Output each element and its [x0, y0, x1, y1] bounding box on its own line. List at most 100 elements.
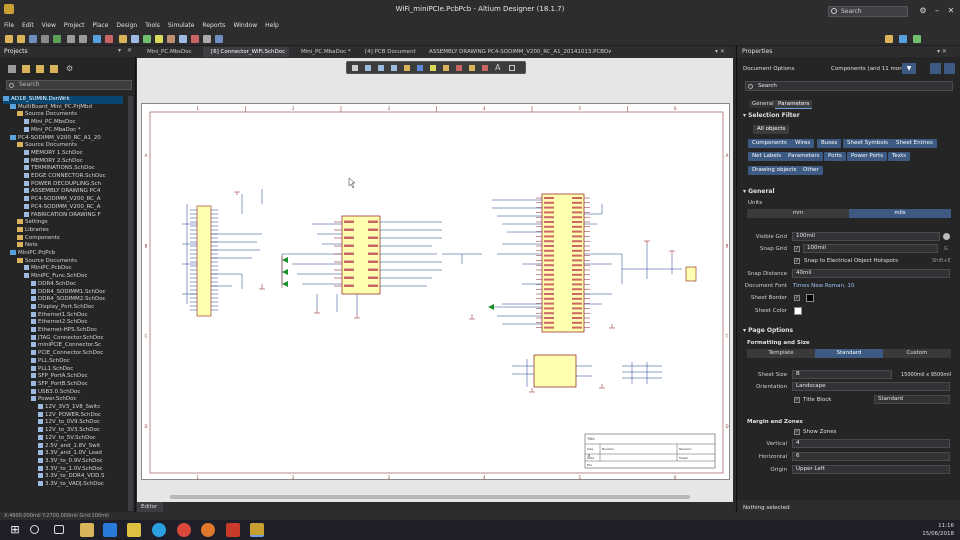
- vertical-field[interactable]: 4: [792, 439, 950, 448]
- panel-menu-icon[interactable]: ▾ ✕: [937, 48, 947, 55]
- tree-item[interactable]: EDGE CONNECTOR.SchDoc: [24, 173, 144, 181]
- editor-tab[interactable]: Editor: [137, 502, 164, 512]
- tree-item[interactable]: SFP_PortB.SchDoc: [31, 380, 151, 389]
- select-mask-icon[interactable]: [930, 63, 941, 74]
- menu-tools[interactable]: Tools: [145, 20, 160, 32]
- project-settings-icon[interactable]: ⚙: [66, 65, 74, 73]
- panel-pin-icon[interactable]: ▾: [118, 48, 124, 54]
- visible-grid-field[interactable]: 100mil: [792, 232, 940, 241]
- tree-scrollbar[interactable]: [128, 96, 133, 511]
- minimize-button[interactable]: –: [932, 6, 942, 16]
- notification-icon[interactable]: [913, 35, 921, 43]
- sheet-border-checkbox[interactable]: ✓: [794, 295, 800, 301]
- port-icon[interactable]: [167, 35, 175, 43]
- tab-mini-pc-mbadoc[interactable]: Mini_PC.MbaDoc *: [293, 47, 355, 57]
- format-standard[interactable]: Standard: [815, 349, 883, 358]
- grid-visibility-icon[interactable]: [943, 233, 950, 240]
- sheet-color-swatch[interactable]: [794, 307, 802, 315]
- tree-item[interactable]: PLL.SchDoc: [31, 357, 151, 366]
- title-block-select[interactable]: Standard: [874, 395, 950, 404]
- place-netlabel-icon[interactable]: [443, 65, 449, 71]
- project-search-input[interactable]: Search: [6, 80, 132, 90]
- menu-view[interactable]: View: [42, 20, 56, 32]
- component-icon[interactable]: [131, 35, 139, 43]
- tree-item[interactable]: PC4-SODIMM_V200_RC_A: [24, 203, 144, 212]
- menu-design[interactable]: Design: [116, 20, 137, 32]
- filter-icon[interactable]: [352, 65, 358, 71]
- menu-place[interactable]: Place: [92, 20, 108, 32]
- lock-icon[interactable]: [944, 63, 955, 74]
- tree-item[interactable]: Mini_PC.MbsDoc: [24, 119, 144, 127]
- tree-item[interactable]: DDR4.SchDoc: [31, 280, 151, 289]
- place-text-icon[interactable]: A: [495, 63, 503, 72]
- filter-texts-chip[interactable]: Texts: [888, 152, 910, 161]
- place-shape-icon[interactable]: [509, 65, 515, 71]
- tree-item[interactable]: AD18_SUMIN.DsnWrk: [3, 96, 123, 104]
- title-block-checkbox[interactable]: ✓: [794, 397, 800, 403]
- open-folder-icon[interactable]: [22, 65, 30, 73]
- close-button[interactable]: ✕: [946, 6, 956, 16]
- origin-select[interactable]: Upper Left: [792, 465, 950, 474]
- tree-item[interactable]: Mini_PC.MbaDoc *: [24, 126, 144, 135]
- print-icon[interactable]: [41, 35, 49, 43]
- document-font-value[interactable]: Times New Roman, 10: [793, 283, 854, 289]
- tab-mini-pc-mbsdoc[interactable]: Mini_PC.MbsDoc: [139, 47, 201, 57]
- filter-net-labels-chip[interactable]: Net Labels: [748, 152, 786, 161]
- sheet-size-select[interactable]: B: [792, 370, 892, 379]
- snap-grid-field[interactable]: 100mil: [803, 244, 938, 253]
- new-icon[interactable]: [5, 35, 13, 43]
- tree-item[interactable]: SFP_PortA.SchDoc: [31, 373, 151, 381]
- undo-icon[interactable]: [67, 35, 75, 43]
- tab-parameters[interactable]: Parameters: [775, 100, 813, 109]
- text-icon[interactable]: [203, 35, 211, 43]
- tree-item[interactable]: MEMORY 2.SchDoc: [24, 157, 144, 166]
- sheet-icon[interactable]: [179, 35, 187, 43]
- system-clock[interactable]: 11:16 15/06/2018: [922, 522, 954, 538]
- snap-grid-checkbox[interactable]: ✓: [794, 246, 800, 252]
- project-icon[interactable]: [93, 35, 101, 43]
- tree-item[interactable]: USB3.0.SchDoc: [31, 388, 151, 397]
- tree-item[interactable]: DDR4_SODIMM2.SchDoc: [31, 296, 151, 304]
- tree-item[interactable]: Ethernet-HPS.SchDoc: [31, 327, 151, 335]
- tree-item[interactable]: Power.SchDoc: [31, 396, 151, 404]
- save-project-icon[interactable]: [8, 65, 16, 73]
- teams-icon[interactable]: [103, 523, 117, 537]
- tab-connector-wifi[interactable]: [6] Connector_WiFi.SchDoc: [203, 47, 289, 57]
- format-custom[interactable]: Custom: [883, 349, 951, 358]
- select-icon[interactable]: [378, 65, 384, 71]
- filter-wires-chip[interactable]: Wires: [791, 139, 815, 148]
- tab-assembly-drawing[interactable]: ASSEMBLY DRAWING PC4-SODIMM_V200_RC_A1_2…: [421, 47, 611, 57]
- align-icon[interactable]: [391, 65, 397, 71]
- filter-ports-chip[interactable]: Ports: [824, 152, 846, 161]
- place-part-icon[interactable]: [404, 65, 410, 71]
- page-options-header[interactable]: ▾ Page Options: [743, 327, 793, 334]
- tree-item[interactable]: MiniPC.PrjPcb: [10, 250, 130, 258]
- tree-item[interactable]: MiniPC_Func.SchDoc: [24, 273, 144, 281]
- filter-buses-chip[interactable]: Buses: [817, 139, 842, 148]
- show-zones-checkbox[interactable]: ✓: [794, 429, 800, 435]
- zoom-icon[interactable]: [53, 35, 61, 43]
- tree-item[interactable]: MEMORY 1.SchDoc: [24, 149, 144, 158]
- tab-pcb-document[interactable]: [4] PCB Document: [357, 47, 419, 57]
- filter-drawing-objects-chip[interactable]: Drawing objects: [748, 166, 801, 175]
- tree-item[interactable]: MiniPC.PcbDoc: [24, 265, 144, 273]
- search-input[interactable]: Search: [828, 6, 908, 17]
- compile-icon[interactable]: [105, 35, 113, 43]
- task-view-icon[interactable]: [54, 525, 64, 534]
- chrome-icon[interactable]: [177, 523, 191, 537]
- orientation-select[interactable]: Landscape: [792, 382, 950, 391]
- sheet-border-color-swatch[interactable]: [806, 294, 814, 302]
- harness-icon[interactable]: [191, 35, 199, 43]
- properties-search-input[interactable]: Search: [745, 81, 953, 91]
- place-directive-icon[interactable]: [482, 65, 488, 71]
- schematic-sheet[interactable]: 112233445566AABBCCDD Title Size B Number…: [141, 103, 730, 480]
- settings-icon[interactable]: ⚙: [918, 6, 928, 16]
- tree-item[interactable]: PLL1.SchDoc: [31, 365, 151, 374]
- tree-item[interactable]: DDR4_SODIMM1.SchDoc: [31, 288, 151, 297]
- panel-close-icon[interactable]: ✕: [127, 48, 133, 54]
- tree-item[interactable]: Libraries: [17, 226, 137, 235]
- format-template[interactable]: Template: [747, 349, 815, 358]
- tree-item[interactable]: Source Documents: [17, 257, 137, 266]
- store-icon[interactable]: [127, 523, 141, 537]
- open-icon[interactable]: [17, 35, 25, 43]
